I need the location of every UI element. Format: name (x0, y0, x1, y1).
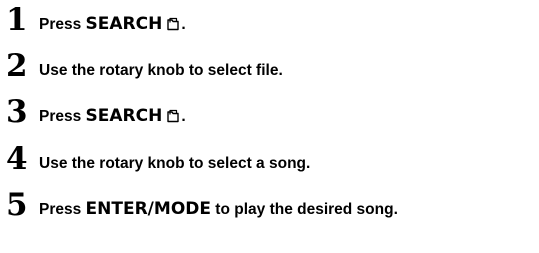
step-number: 1 (6, 2, 28, 38)
instruction-steps: 1 Press SEARCH. 2 Use the rotary knob to… (0, 0, 539, 253)
step-prefix: Press (39, 201, 86, 218)
step-4: 4 Use the rotary knob to select a song. (6, 139, 536, 179)
key-label-enter-mode: ENTER/MODE (85, 199, 211, 219)
step-1: 1 Press SEARCH. (6, 0, 536, 40)
step-text: Use the rotary knob to select file. (39, 62, 283, 79)
step-prefix: Press (39, 108, 86, 125)
step-number: 3 (6, 94, 28, 130)
step-3: 3 Press SEARCH. (6, 92, 536, 132)
step-text: Press SEARCH. (39, 15, 186, 34)
step-suffix: . (181, 108, 186, 125)
step-2: 2 Use the rotary knob to select file. (6, 46, 536, 86)
step-suffix: . (181, 16, 186, 33)
step-prefix: Press (39, 16, 86, 33)
step-text: Use the rotary knob to select a song. (39, 155, 311, 172)
search-folder-icon (165, 108, 181, 124)
key-label-search: SEARCH (85, 106, 163, 126)
step-number: 2 (6, 48, 28, 84)
step-number: 4 (6, 141, 28, 177)
search-folder-icon (165, 16, 181, 32)
step-text: Press ENTER/MODE to play the desired son… (39, 200, 398, 219)
step-suffix: to play the desired song. (211, 201, 398, 218)
step-5: 5 Press ENTER/MODE to play the desired s… (6, 185, 536, 225)
step-number: 5 (6, 187, 28, 223)
key-label-search: SEARCH (85, 14, 163, 34)
step-text: Press SEARCH. (39, 107, 186, 126)
